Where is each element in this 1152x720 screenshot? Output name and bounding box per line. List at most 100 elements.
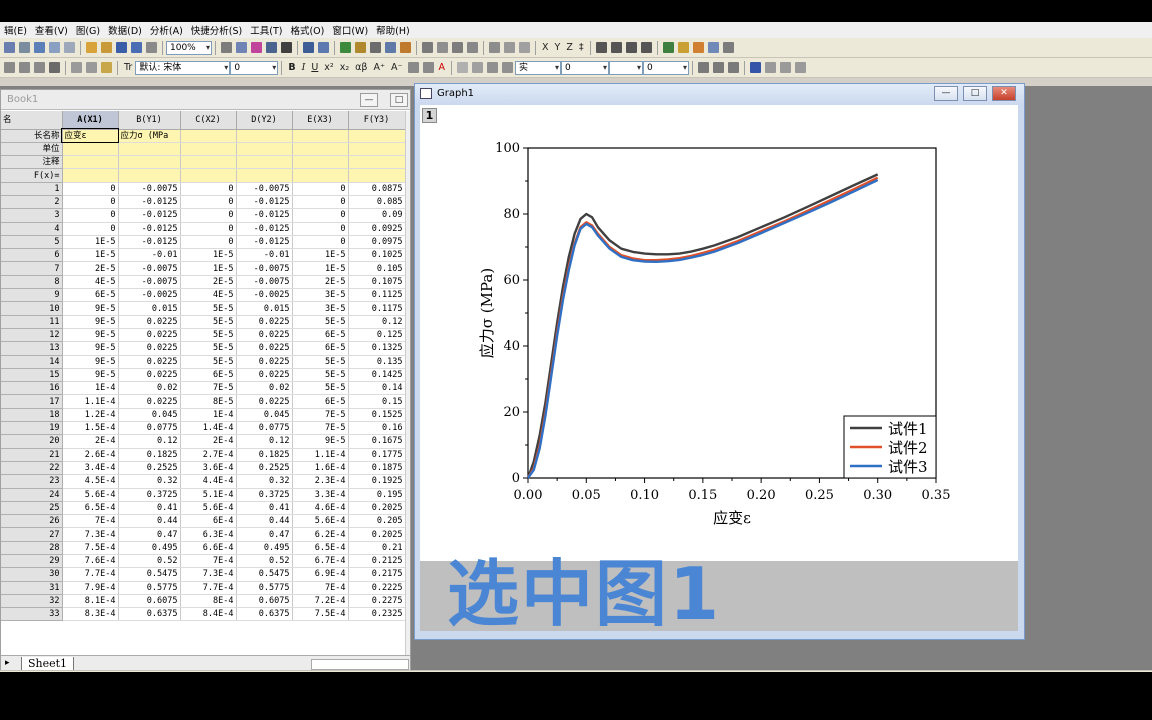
table-cell[interactable]: 9E-5: [62, 355, 119, 369]
table-cell[interactable]: -0.0075: [236, 261, 293, 276]
column-header[interactable]: A(X1): [62, 111, 119, 130]
table-cell[interactable]: 5E-5: [180, 355, 237, 369]
table-cell[interactable]: 0.0225: [118, 328, 181, 343]
table-cell[interactable]: -0.0075: [118, 261, 181, 276]
table-cell[interactable]: 0.41: [118, 501, 181, 516]
table-cell[interactable]: -0.0125: [118, 195, 181, 210]
table-cell[interactable]: 0.0225: [236, 368, 293, 383]
new-notes-icon[interactable]: [64, 42, 75, 53]
table-cell[interactable]: 1E-5: [180, 261, 237, 276]
table-cell[interactable]: 0.0925: [348, 222, 406, 236]
paste-icon[interactable]: [101, 62, 112, 73]
stress-strain-chart[interactable]: 0.00 0.05 0.10 0.15 0.20 0.25 0.30 0.35 0 20 40 60 8…: [420, 105, 1018, 561]
table-cell[interactable]: 0.125: [348, 328, 406, 343]
line-style-select[interactable]: 实: [515, 60, 562, 75]
table-cell[interactable]: 0.14: [348, 381, 406, 396]
table-cell[interactable]: 6.2E-4: [292, 527, 349, 542]
table-cell[interactable]: 0: [180, 208, 237, 223]
table-cell[interactable]: 5E-5: [292, 368, 349, 383]
row-number[interactable]: 27: [1, 527, 63, 542]
table-cell[interactable]: 6.3E-4: [180, 527, 237, 542]
meta-cell[interactable]: 应变ε: [61, 127, 119, 144]
marker-icon[interactable]: [502, 62, 514, 73]
grid-corner[interactable]: 名: [1, 111, 63, 130]
table-cell[interactable]: 0.1825: [118, 448, 181, 462]
table-cell[interactable]: 2E-4: [180, 434, 237, 449]
meta-cell[interactable]: [292, 129, 349, 143]
table-cell[interactable]: -0.0075: [118, 275, 181, 290]
justify-icon[interactable]: [422, 62, 434, 73]
merge-cells-icon[interactable]: [750, 62, 762, 73]
table-cell[interactable]: 6E-5: [180, 368, 237, 383]
gadget-icon[interactable]: [385, 42, 396, 53]
table-cell[interactable]: 1E-5: [292, 261, 349, 276]
meta-cell[interactable]: [292, 142, 349, 157]
table-cell[interactable]: 0: [180, 235, 237, 250]
save-template-icon[interactable]: [131, 42, 142, 53]
table-cell[interactable]: 6.7E-4: [292, 554, 349, 569]
table-cell[interactable]: 0: [292, 222, 349, 236]
table-cell[interactable]: 7E-5: [292, 408, 349, 423]
table-cell[interactable]: 0.015: [118, 301, 181, 316]
table-cell[interactable]: 9E-5: [62, 368, 119, 383]
table-cell[interactable]: 7E-5: [180, 381, 237, 396]
fill-color-icon[interactable]: [457, 62, 469, 73]
open-template-icon[interactable]: [101, 42, 112, 53]
table-cell[interactable]: -0.0125: [118, 222, 181, 236]
decrease-font-icon[interactable]: A⁻: [391, 62, 403, 73]
table-cell[interactable]: 8.1E-4: [62, 594, 119, 609]
cut-icon[interactable]: [71, 62, 82, 73]
table-cell[interactable]: 2.3E-4: [292, 474, 349, 489]
table-cell[interactable]: 5E-5: [292, 315, 349, 329]
table-cell[interactable]: 7.9E-4: [62, 581, 119, 595]
table-cell[interactable]: 0.2275: [348, 594, 406, 609]
table-cell[interactable]: 1.6E-4: [292, 461, 349, 476]
underline-icon[interactable]: U: [311, 62, 318, 73]
run-script-icon[interactable]: [662, 42, 674, 53]
worksheet-grid[interactable]: 名 A(X1) B(Y1) C(X2) D(Y2) E(X3) F(Y3) 长名…: [1, 111, 406, 622]
template-library-icon[interactable]: [707, 42, 719, 53]
table-cell[interactable]: 0: [292, 235, 349, 250]
table-cell[interactable]: 0.045: [236, 408, 293, 423]
meta-cell[interactable]: [292, 155, 349, 170]
new-workbook-icon[interactable]: [4, 42, 15, 53]
menu-item[interactable]: 数据(D): [104, 23, 146, 37]
meta-cell[interactable]: [236, 129, 293, 143]
table-cell[interactable]: 4.4E-4: [180, 474, 237, 489]
sort-icon[interactable]: [504, 42, 515, 53]
graph-close-button[interactable]: ✕: [992, 86, 1016, 101]
vertical-scrollbar[interactable]: [405, 111, 410, 656]
meta-cell[interactable]: [348, 155, 406, 170]
table-cell[interactable]: 6.9E-4: [292, 567, 349, 582]
row-number[interactable]: 31: [1, 581, 63, 595]
table-cell[interactable]: 0.105: [348, 261, 406, 276]
table-cell[interactable]: 3E-5: [292, 288, 349, 303]
meta-cell[interactable]: [348, 129, 406, 143]
row-number[interactable]: 24: [1, 488, 63, 502]
meta-cell[interactable]: 应力σ (MPa: [118, 129, 181, 143]
border-icon[interactable]: [713, 62, 725, 73]
row-number[interactable]: 5: [1, 235, 63, 250]
menu-item[interactable]: 工具(T): [246, 23, 286, 37]
table-cell[interactable]: 0: [292, 182, 349, 196]
table-cell[interactable]: 9E-5: [292, 434, 349, 449]
table-cell[interactable]: 6E-5: [292, 328, 349, 343]
menu-item[interactable]: 格式(O): [286, 23, 328, 37]
table-cell[interactable]: 0.12: [236, 434, 293, 449]
row-number[interactable]: 11: [1, 315, 63, 329]
subscript-icon[interactable]: x₂: [340, 62, 349, 73]
meta-cell[interactable]: [236, 168, 293, 183]
row-number[interactable]: 2: [1, 195, 63, 210]
table-cell[interactable]: 0.5775: [118, 581, 181, 595]
set-z-icon[interactable]: Z: [566, 42, 573, 53]
table-icon[interactable]: [728, 62, 740, 73]
table-cell[interactable]: 7.5E-4: [62, 541, 119, 556]
table-cell[interactable]: 5E-5: [180, 341, 237, 356]
table-cell[interactable]: 0.1425: [348, 368, 406, 383]
table-cell[interactable]: 0.2525: [236, 461, 293, 476]
table-cell[interactable]: 1E-5: [62, 248, 119, 263]
table-cell[interactable]: 0.47: [118, 527, 181, 542]
meta-cell[interactable]: [180, 168, 237, 183]
sheet-nav-icon[interactable]: ▸: [5, 658, 10, 668]
table-cell[interactable]: 6.6E-4: [180, 541, 237, 556]
